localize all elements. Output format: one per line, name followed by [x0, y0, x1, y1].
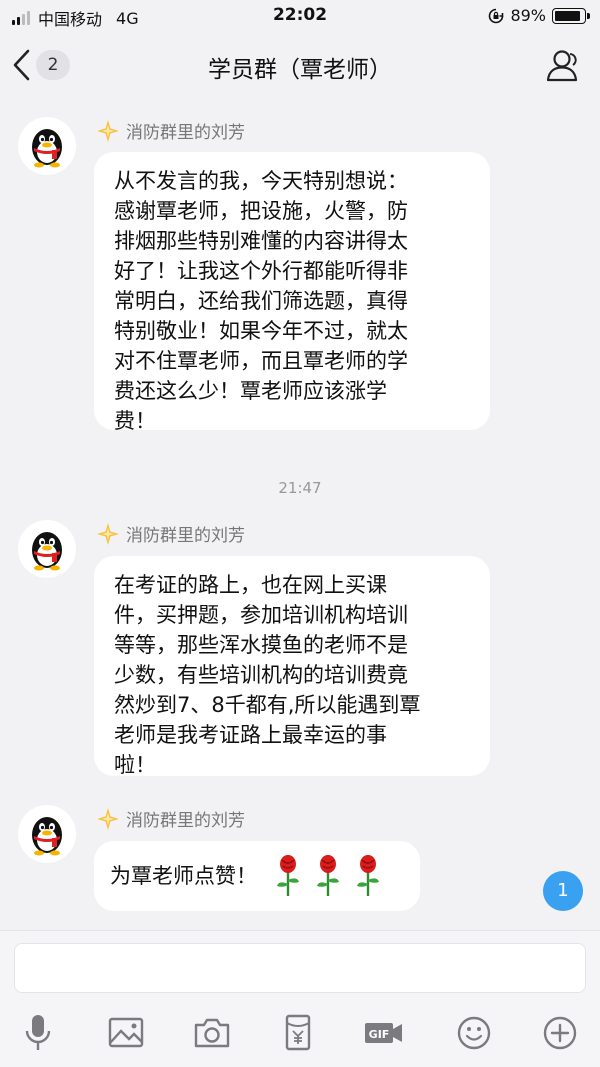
emoji-icon	[457, 1016, 491, 1050]
camera-button[interactable]	[190, 1011, 234, 1055]
message-input[interactable]	[14, 943, 586, 993]
input-bar: GIF	[0, 930, 600, 1067]
rose-icon	[317, 855, 339, 896]
avatar[interactable]	[18, 117, 76, 175]
gif-icon: GIF	[365, 1023, 402, 1043]
nav-bar: 2 学员群（覃老师）	[0, 32, 600, 98]
level-star-icon	[97, 522, 119, 545]
avatar[interactable]	[18, 805, 76, 863]
page-title: 学员群（覃老师）	[208, 57, 392, 83]
sender-label: 消防群里的刘芳	[126, 526, 245, 546]
message-text: 在考证的路上，也在网上买课 件，买押题，参加培训机构培训 等等，那些浑水摸鱼的老…	[114, 573, 421, 777]
sender-label: 消防群里的刘芳	[126, 811, 245, 831]
message-timestamp: 21:47	[278, 479, 322, 497]
new-message-badge[interactable]: 1	[543, 871, 583, 911]
red-packet-icon	[285, 1014, 311, 1051]
status-bar: 中国移动 4G 22:02 89%	[0, 0, 600, 32]
penguin-avatar-icon	[32, 129, 62, 168]
penguin-avatar-icon	[32, 532, 62, 571]
penguin-avatar-icon	[32, 817, 62, 856]
battery-icon	[552, 7, 590, 24]
emoji-button[interactable]	[452, 1011, 496, 1055]
message-bubble[interactable]: 从不发言的我，今天特别想说： 感谢覃老师，把设施，火警，防 排烟那些特别难懂的内…	[94, 152, 490, 433]
level-star-icon	[97, 807, 119, 830]
rose-icon	[277, 855, 299, 896]
rotation-lock-icon	[489, 8, 504, 23]
camera-icon	[194, 1018, 230, 1048]
red-packet-button[interactable]	[276, 1011, 320, 1055]
status-right: 89%	[488, 6, 590, 25]
sender-name: 消防群里的刘芳	[96, 521, 245, 546]
plus-icon	[543, 1016, 577, 1050]
battery-percent: 89%	[510, 6, 546, 25]
message-bubble[interactable]: 在考证的路上，也在网上买课 件，买押题，参加培训机构培训 等等，那些浑水摸鱼的老…	[94, 556, 490, 777]
battery-fill	[555, 10, 580, 21]
sender-name: 消防群里的刘芳	[96, 118, 245, 143]
level-star-icon	[97, 119, 119, 142]
image-button[interactable]	[104, 1011, 148, 1055]
rose-emoji-group	[271, 854, 391, 898]
avatar[interactable]	[18, 520, 76, 578]
svg-text:GIF: GIF	[369, 1028, 390, 1041]
more-button[interactable]	[538, 1011, 582, 1055]
sender-name: 消防群里的刘芳	[96, 806, 245, 831]
message-text: 从不发言的我，今天特别想说： 感谢覃老师，把设施，火警，防 排烟那些特别难懂的内…	[114, 169, 408, 433]
group-members-icon[interactable]	[542, 46, 582, 86]
input-toolbar: GIF	[0, 1011, 600, 1057]
sender-label: 消防群里的刘芳	[126, 123, 245, 143]
message-bubble[interactable]: 为覃老师点赞！	[94, 841, 420, 911]
image-icon	[108, 1017, 144, 1048]
voice-button[interactable]	[16, 1011, 60, 1055]
gif-button[interactable]: GIF	[362, 1011, 406, 1055]
message-text: 为覃老师点赞！	[110, 864, 257, 888]
microphone-icon	[25, 1015, 51, 1050]
rose-icon	[357, 855, 379, 896]
